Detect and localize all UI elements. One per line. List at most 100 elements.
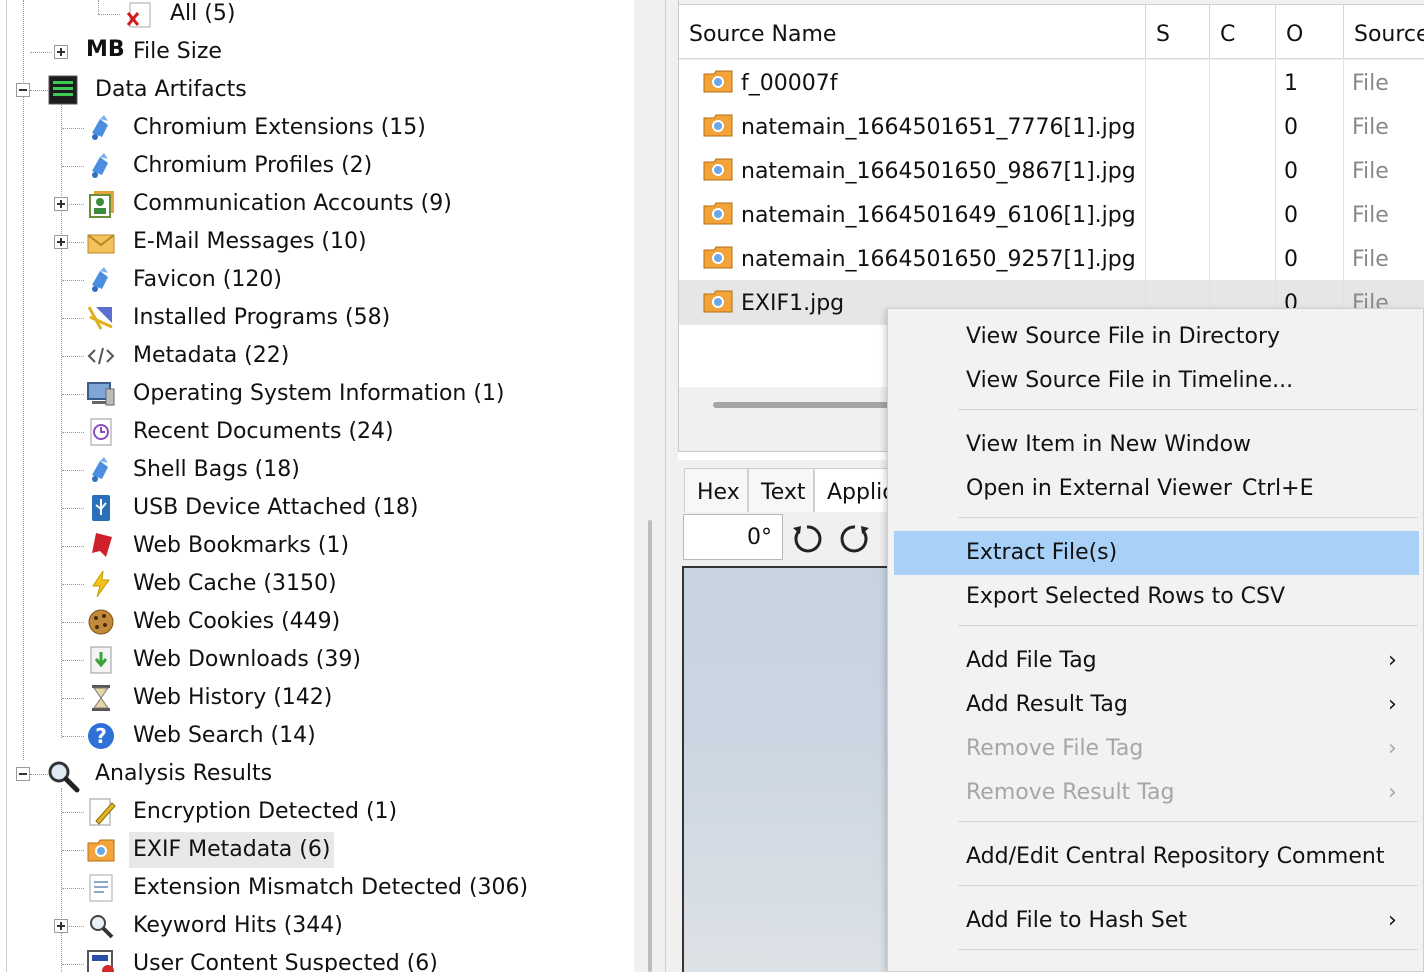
table-cell-o: 0 [1284, 192, 1344, 236]
tree-item-web-search[interactable]: ? Web Search (14) [0, 718, 634, 754]
tree-item-label: USB Device Attached (18) [133, 495, 419, 520]
menu-item-add-edit-central-repository-comment[interactable]: Add/Edit Central Repository Comment [888, 835, 1423, 879]
tree-item-web-bookmarks[interactable]: Web Bookmarks (1) [0, 528, 634, 564]
rotation-field[interactable]: 0° [683, 514, 783, 560]
tree-item-keyword-hits[interactable]: Keyword Hits (344) [0, 908, 634, 944]
tree-item-analysis-results[interactable]: Analysis Results [0, 756, 634, 793]
menu-item-label: View Source File in Timeline... [966, 368, 1294, 393]
menu-item-add-file-tag[interactable]: Add File Tag › [888, 639, 1423, 683]
menu-item-label: Open in External Viewer [966, 476, 1232, 501]
menu-separator [958, 821, 1418, 822]
tree-item-label: Data Artifacts [95, 77, 247, 102]
table-row[interactable]: natemain_1664501651_7776[1].jpg 0 File [679, 104, 1424, 148]
rotate-left-icon[interactable] [790, 522, 826, 558]
table-row[interactable]: natemain_1664501649_6106[1].jpg 0 File [679, 192, 1424, 236]
column-header-source-type[interactable]: Source [1344, 5, 1424, 59]
tree-item-web-downloads[interactable]: Web Downloads (39) [0, 642, 634, 678]
tree-item-label: Favicon (120) [133, 267, 282, 292]
red-x-icon [124, 0, 154, 29]
menu-item-view-source-file-in-directory[interactable]: View Source File in Directory [888, 315, 1423, 359]
table-cell-type: File [1352, 148, 1424, 192]
tree-item-metadata[interactable]: Metadata (22) [0, 338, 634, 374]
menu-item-label: Remove File Tag [966, 736, 1144, 761]
menu-item-label: View Source File in Directory [966, 324, 1281, 349]
tree-item-recent-documents[interactable]: Recent Documents (24) [0, 414, 634, 450]
chevron-right-icon: › [1388, 780, 1397, 805]
tree-item-communication-accounts[interactable]: Communication Accounts (9) [0, 186, 634, 222]
tree-item-label: Encryption Detected (1) [133, 799, 398, 824]
tree-item-file-size[interactable]: MB File Size [0, 34, 634, 70]
tree-item-operating-system-information[interactable]: Operating System Information (1) [0, 376, 634, 412]
tree-item-label: File Size [133, 39, 222, 64]
camera-folder-icon [86, 835, 116, 865]
tree-item-label: Web Downloads (39) [133, 647, 361, 672]
tree-item-chromium-extensions[interactable]: Chromium Extensions (15) [0, 110, 634, 146]
menu-item-label: Add File Tag [966, 648, 1097, 673]
tree-item-shell-bags[interactable]: Shell Bags (18) [0, 452, 634, 488]
column-header-o[interactable]: O [1276, 5, 1344, 59]
menu-item-export-selected-rows-to-csv[interactable]: Export Selected Rows to CSV [888, 575, 1423, 619]
table-cell-s [1154, 60, 1210, 104]
menu-item-label: Add Result Tag [966, 692, 1128, 717]
tree-item-web-history[interactable]: Web History (142) [0, 680, 634, 716]
context-menu: View Source File in Directory View Source… [887, 308, 1424, 972]
panel-splitter[interactable] [634, 0, 678, 972]
menu-item-open-in-external-viewer[interactable]: Open in External Viewer Ctrl+E [888, 467, 1423, 511]
table-row[interactable]: f_00007f 1 File [679, 60, 1424, 104]
menu-item-label: View Item in New Window [966, 432, 1252, 457]
camera-folder-icon [703, 113, 733, 137]
tree-item-all[interactable]: All (5) [0, 0, 634, 32]
tree-item-e-mail-messages[interactable]: E-Mail Messages (10) [0, 224, 634, 260]
tree-item-encryption-detected[interactable]: Encryption Detected (1) [0, 794, 634, 830]
tree-item-web-cookies[interactable]: Web Cookies (449) [0, 604, 634, 640]
table-cell-o: 1 [1284, 60, 1344, 104]
menu-separator [958, 409, 1418, 410]
mb-icon: MB [86, 37, 125, 62]
tree-item-favicon[interactable]: Favicon (120) [0, 262, 634, 298]
table-cell-c [1218, 148, 1276, 192]
menu-item-view-item-in-new-window[interactable]: View Item in New Window [888, 423, 1423, 467]
tree-item-usb-device-attached[interactable]: USB Device Attached (18) [0, 490, 634, 526]
table-row[interactable]: natemain_1664501650_9867[1].jpg 0 File [679, 148, 1424, 192]
menu-item-label: Add/Edit Central Repository Comment [966, 844, 1385, 869]
tree-item-label: Web Cache (3150) [133, 571, 337, 596]
tree-item-installed-programs[interactable]: Installed Programs (58) [0, 300, 634, 336]
camera-folder-icon [703, 245, 733, 269]
puzzle-icon [86, 113, 116, 143]
menu-item-label: Export Selected Rows to CSV [966, 584, 1286, 609]
contacts-icon [86, 189, 116, 219]
table-cell-s [1154, 236, 1210, 280]
tree-item-exif-metadata[interactable]: EXIF Metadata (6) [0, 832, 634, 868]
table-row[interactable]: natemain_1664501650_9257[1].jpg 0 File [679, 236, 1424, 280]
tree-item-label: Chromium Profiles (2) [133, 153, 373, 178]
puzzle-icon [86, 265, 116, 295]
column-header-s[interactable]: S [1146, 5, 1210, 59]
tree-item-label: Recent Documents (24) [133, 419, 394, 444]
tree-item-label: EXIF Metadata (6) [129, 832, 335, 868]
report-icon [86, 949, 116, 972]
column-header-source-name[interactable]: Source Name [679, 5, 1146, 59]
usb-icon [86, 493, 116, 523]
menu-item-view-source-file-in-timeline[interactable]: View Source File in Timeline... [888, 359, 1423, 403]
tab-hex[interactable]: Hex [684, 468, 748, 512]
tree-item-extension-mismatch-detected[interactable]: Extension Mismatch Detected (306) [0, 870, 634, 906]
rotate-right-icon[interactable] [838, 522, 874, 558]
menu-item-add-file-to-hash-set[interactable]: Add File to Hash Set › [888, 899, 1423, 943]
horizontal-scrollbar[interactable] [713, 402, 903, 408]
column-header-c[interactable]: C [1210, 5, 1276, 59]
camera-folder-icon [703, 157, 733, 181]
tree-item-data-artifacts[interactable]: Data Artifacts [0, 72, 634, 108]
menu-item-shortcut: Ctrl+E [1242, 476, 1314, 501]
tab-text[interactable]: Text [748, 468, 814, 512]
menu-item-add-result-tag[interactable]: Add Result Tag › [888, 683, 1423, 727]
menu-item-extract-files[interactable]: Extract File(s) [894, 531, 1419, 575]
table-cell-s [1154, 104, 1210, 148]
tree-item-chromium-profiles[interactable]: Chromium Profiles (2) [0, 148, 634, 184]
menu-separator [958, 949, 1418, 950]
cookie-icon [86, 607, 116, 637]
tree-item-user-content-suspected[interactable]: User Content Suspected (6) [0, 946, 634, 972]
bookmark-icon [86, 531, 116, 561]
vertical-scrollbar[interactable] [648, 520, 652, 972]
camera-folder-icon [703, 69, 733, 93]
tree-item-web-cache[interactable]: Web Cache (3150) [0, 566, 634, 602]
